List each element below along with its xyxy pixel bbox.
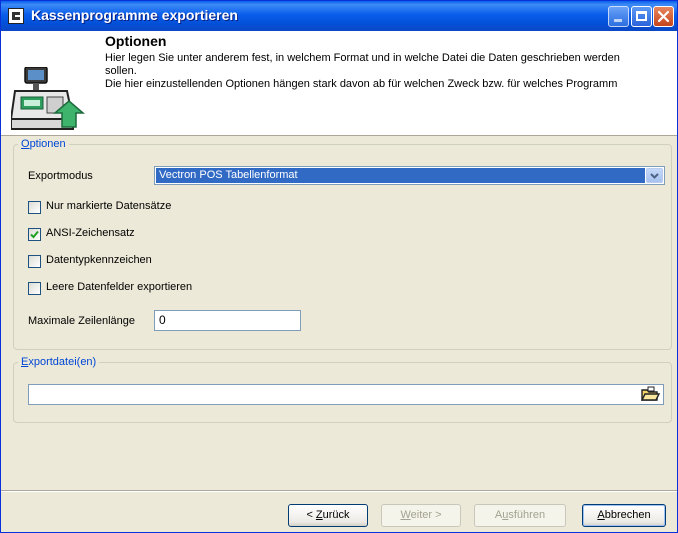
- exportmodus-combobox[interactable]: Vectron POS Tabellenformat: [154, 166, 665, 185]
- next-button[interactable]: Weiter >: [381, 504, 461, 527]
- checkbox-label[interactable]: Leere Datenfelder exportieren: [46, 281, 192, 293]
- combobox-dropdown-button[interactable]: [646, 168, 663, 183]
- checkbox-nur-markierte-datensaetze[interactable]: [28, 201, 41, 214]
- export-dialog-window: Kassenprogramme exportieren Optionen Hie…: [0, 0, 678, 533]
- checkbox-label[interactable]: ANSI-Zeichensatz: [46, 227, 135, 239]
- folder-browse-icon[interactable]: [639, 385, 661, 403]
- minimize-button[interactable]: [608, 6, 629, 27]
- close-icon: [657, 10, 670, 23]
- footer-divider: [1, 490, 677, 492]
- header-desc-line: sollen.: [105, 65, 137, 77]
- cash-register-export-icon: [11, 67, 86, 130]
- header-description: Hier legen Sie unter anderem fest, in we…: [105, 52, 675, 91]
- back-button[interactable]: < Zurück: [288, 504, 368, 527]
- max-line-length-label: Maximale Zeilenlänge: [28, 315, 135, 327]
- wizard-header: Optionen Hier legen Sie unter anderem fe…: [1, 31, 677, 136]
- header-desc-line: Hier legen Sie unter anderem fest, in we…: [105, 52, 620, 64]
- header-desc-line: Die hier einzustellenden Optionen hängen…: [105, 78, 618, 90]
- run-button[interactable]: Ausführen: [474, 504, 566, 527]
- title-bar[interactable]: Kassenprogramme exportieren: [1, 1, 677, 31]
- checkbox-ansi-zeichensatz[interactable]: [28, 228, 41, 241]
- export-file-path-input[interactable]: [28, 384, 664, 405]
- exportmodus-selected-value: Vectron POS Tabellenformat: [156, 168, 645, 183]
- exportmodus-label: Exportmodus: [28, 170, 93, 182]
- checkbox-label[interactable]: Datentypkennzeichen: [46, 254, 152, 266]
- maximize-button[interactable]: [631, 6, 652, 27]
- options-group-legend: Optionen: [21, 138, 66, 150]
- checkbox-datentypkennzeichen[interactable]: [28, 255, 41, 268]
- close-button[interactable]: [653, 6, 674, 27]
- checkmark-icon: [30, 230, 39, 239]
- header-title: Optionen: [105, 33, 167, 49]
- checkbox-leere-datenfelder-exportieren[interactable]: [28, 282, 41, 295]
- max-line-length-input[interactable]: 0: [154, 310, 301, 331]
- export-files-group-legend: Exportdatei(en): [21, 356, 97, 368]
- chevron-down-icon: [650, 173, 659, 179]
- checkbox-label[interactable]: Nur markierte Datensätze: [46, 200, 171, 212]
- app-icon: [8, 8, 24, 24]
- window-title: Kassenprogramme exportieren: [31, 7, 238, 23]
- cancel-button[interactable]: Abbrechen: [582, 504, 666, 527]
